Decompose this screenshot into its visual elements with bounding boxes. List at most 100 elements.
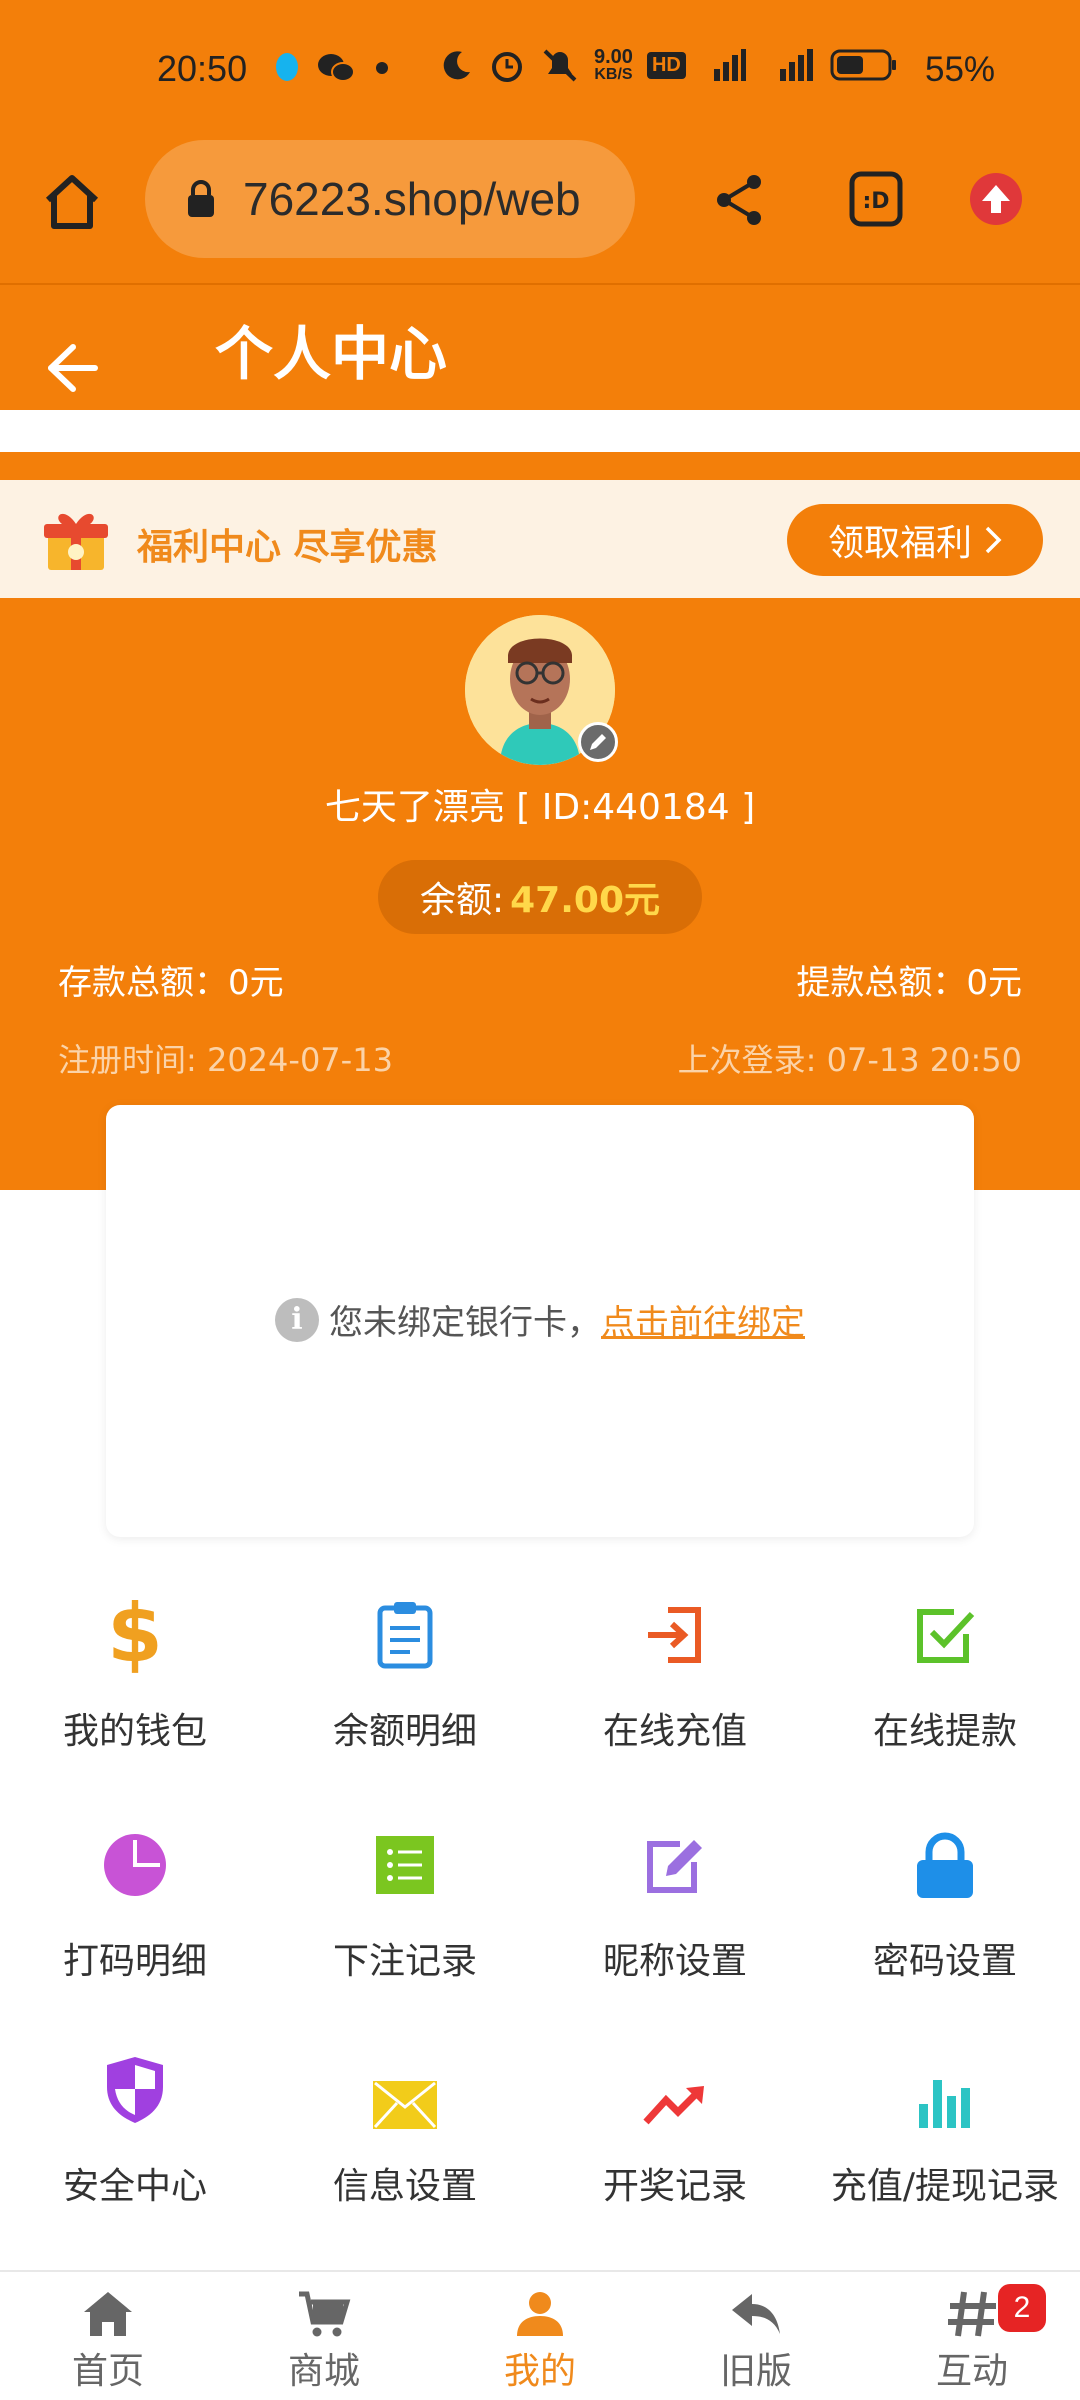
lock-icon: [915, 1820, 975, 1910]
nav-label: 互动: [935, 2351, 1008, 2392]
list-icon: [376, 1820, 434, 1910]
menu-item-lottery-results[interactable]: 开奖记录: [540, 2045, 810, 2255]
gift-icon: [44, 513, 108, 570]
mail-icon: [373, 2045, 437, 2135]
net-speed-unit: KB/S: [594, 66, 633, 83]
wechat-icon: [318, 54, 355, 82]
edit-icon: [644, 1820, 706, 1910]
bank-card-text: 您未绑定银行卡，: [329, 1303, 601, 1343]
status-bar: 20:50 9.00 KB/S HD 55%: [0, 0, 1080, 140]
balance-value: 47.00元: [510, 880, 660, 921]
nav-home[interactable]: 首页: [0, 2272, 216, 2400]
menu-item-online-deposit[interactable]: 在线充值: [540, 1590, 810, 1800]
menu-label: 昵称设置: [602, 1941, 747, 1982]
bank-card-message: i 您未绑定银行卡， 点击前往绑定: [106, 1295, 974, 1344]
bank-card-panel: i 您未绑定银行卡， 点击前往绑定: [106, 1105, 974, 1537]
welfare-text: 福利中心 尽享优惠: [137, 527, 438, 568]
alarm-icon: [492, 52, 522, 82]
user-name: 七天了漂亮 [ ID:440184 ]: [324, 787, 756, 828]
bar-chart-icon: [917, 2045, 973, 2135]
menu-label: 余额明细: [332, 1711, 477, 1752]
menu-item-nickname-settings[interactable]: 昵称设置: [540, 1820, 810, 2030]
menu-label: 密码设置: [872, 1941, 1017, 1982]
clipboard-icon: [376, 1590, 434, 1680]
menu-label: 我的钱包: [62, 1711, 207, 1752]
url-bar[interactable]: 76223.shop/web: [145, 140, 635, 258]
nav-label: 首页: [71, 2351, 144, 2392]
menu-label: 下注记录: [332, 1941, 477, 1982]
svg-text:$: $: [107, 1595, 163, 1675]
trend-icon: [642, 2045, 708, 2135]
claim-welfare-label: 领取福利: [827, 523, 972, 564]
last-login-time: 上次登录: 07-13 20:50: [677, 1041, 1022, 1079]
user-icon: [517, 2292, 563, 2336]
menu-item-security-center[interactable]: 安全中心: [0, 2045, 270, 2255]
dot-icon: [376, 62, 388, 74]
status-notification-icons: [272, 50, 394, 86]
net-speed-value: 9.00: [594, 46, 633, 68]
nav-mine[interactable]: 我的: [432, 2272, 648, 2400]
menu-item-wallet[interactable]: $ 我的钱包: [0, 1590, 270, 1800]
edit-avatar-icon[interactable]: [578, 722, 618, 762]
menu-item-balance-detail[interactable]: 余额明细: [270, 1590, 540, 1800]
menu-item-turnover-detail[interactable]: 打码明细: [0, 1820, 270, 2030]
menu-label: 充值/提现记录: [830, 2166, 1060, 2207]
cart-icon: [299, 2291, 351, 2337]
info-icon: i: [275, 1297, 319, 1342]
nav-label: 商城: [287, 2351, 360, 2392]
menu-item-online-withdraw[interactable]: 在线提款: [810, 1590, 1080, 1800]
mute-icon: [543, 49, 577, 82]
menu-label: 信息设置: [332, 2166, 477, 2207]
bind-card-link[interactable]: 点击前往绑定: [601, 1295, 805, 1344]
moon-icon: [443, 51, 470, 80]
browser-toolbar: 76223.shop/web :D: [0, 140, 1080, 285]
reply-icon: [732, 2294, 780, 2334]
deposit-total: 存款总额：0元: [58, 963, 284, 1003]
pie-chart-icon: [102, 1820, 168, 1910]
nav-label: 我的: [503, 2351, 576, 2392]
menu-label: 打码明细: [62, 1941, 207, 1982]
nav-old-version[interactable]: 旧版: [648, 2272, 864, 2400]
menu-item-deposit-withdraw-records[interactable]: 充值/提现记录: [810, 2045, 1080, 2255]
tabs-icon[interactable]: :D: [848, 170, 904, 228]
shield-icon: [105, 2045, 165, 2135]
signal-5g-icon: [779, 49, 813, 81]
hash-icon: [948, 2291, 996, 2337]
nav-shop[interactable]: 商城: [216, 2272, 432, 2400]
menu-label: 在线充值: [602, 1711, 747, 1752]
divider: [0, 410, 1080, 452]
hd-badge: HD: [646, 51, 686, 79]
login-icon: [644, 1590, 706, 1680]
svg-text::D: :D: [862, 189, 889, 214]
menu-label: 安全中心: [62, 2166, 207, 2207]
url-text: 76223.shop/web: [243, 173, 581, 225]
welfare-banner[interactable]: 福利中心 尽享优惠 领取福利: [0, 480, 1080, 598]
chevron-right-icon: [985, 526, 1002, 554]
menu-item-password-settings[interactable]: 密码设置: [810, 1820, 1080, 2030]
home-icon: [84, 2292, 132, 2336]
bottom-nav: 首页 商城 我的 旧版 互动 2: [0, 2270, 1080, 2400]
battery-percent: 55%: [925, 50, 996, 89]
dollar-icon: $: [105, 1590, 165, 1680]
lock-icon: [188, 180, 214, 217]
menu-item-bet-records[interactable]: 下注记录: [270, 1820, 540, 2030]
nav-label: 旧版: [719, 2351, 792, 2392]
menu-label: 开奖记录: [602, 2166, 747, 2207]
balance-label: 余额:: [419, 880, 505, 921]
checkbox-icon: [914, 1590, 976, 1680]
home-icon[interactable]: [40, 170, 104, 234]
claim-welfare-button[interactable]: 领取福利: [787, 504, 1043, 576]
status-system-icons: 9.00 KB/S HD: [440, 46, 898, 84]
menu-label: 在线提款: [872, 1711, 1017, 1752]
share-icon[interactable]: [710, 170, 770, 230]
nav-interact[interactable]: 互动 2: [864, 2272, 1080, 2400]
upload-icon[interactable]: [968, 170, 1024, 228]
signal-4g-icon: [713, 49, 746, 81]
back-arrow-icon[interactable]: [45, 343, 99, 393]
status-time: 20:50: [157, 48, 248, 89]
battery-icon: [830, 49, 896, 81]
qq-icon: [276, 53, 298, 81]
page-title: 个人中心: [215, 320, 448, 388]
menu-item-message-settings[interactable]: 信息设置: [270, 2045, 540, 2255]
net-speed: 9.00 KB/S: [594, 47, 633, 83]
